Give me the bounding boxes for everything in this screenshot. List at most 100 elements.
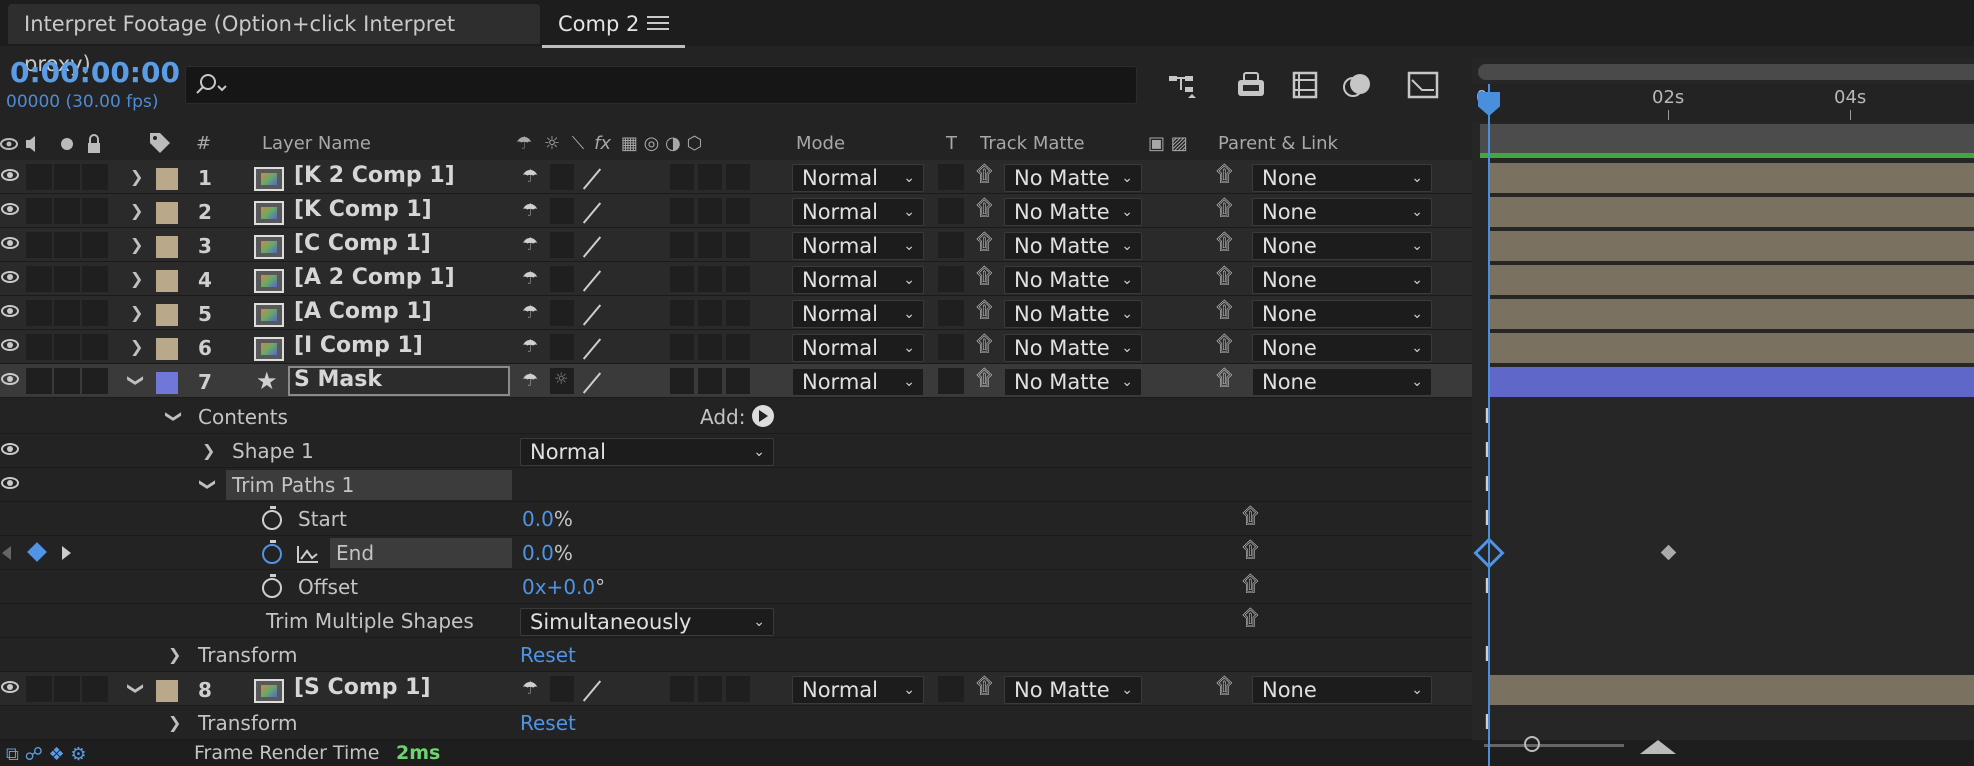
track-matte-dropdown[interactable]: No Matte ⌄ — [1004, 266, 1142, 294]
parent-pick-whip-icon[interactable]: ۩ — [1216, 298, 1233, 323]
reset-link[interactable]: Reset — [520, 643, 576, 667]
eye-icon[interactable] — [1, 373, 19, 385]
preserve-transparency-toggle[interactable] — [938, 676, 964, 702]
tab-interpret-footage[interactable]: Interpret Footage (Option+click Interpre… — [8, 4, 540, 76]
draft-3d-icon[interactable] — [1234, 68, 1268, 102]
layer-name[interactable]: [K Comp 1] — [294, 197, 432, 222]
track-matte-dropdown[interactable]: No Matte ⌄ — [1004, 676, 1142, 704]
zoom-in-icon[interactable] — [1640, 740, 1676, 754]
audio-toggle[interactable] — [26, 232, 52, 258]
motion-blur-switch[interactable] — [670, 266, 694, 292]
eye-icon[interactable] — [1, 169, 19, 181]
layer-row[interactable]: ❯ 4 [A 2 Comp 1] ☂ Normal ⌄ ۩ No Matte ⌄ ۩… — [0, 262, 1472, 296]
shy-switch-icon[interactable]: ☂ — [522, 370, 538, 391]
quality-switch-icon[interactable] — [582, 234, 602, 258]
layer-name[interactable]: [K 2 Comp 1] — [294, 163, 455, 188]
eye-icon[interactable] — [1, 681, 19, 693]
layer-duration-bar[interactable] — [1488, 163, 1974, 193]
parent-dropdown[interactable]: None ⌄ — [1252, 368, 1432, 396]
adjustment-switch[interactable] — [698, 198, 722, 224]
label-color-swatch[interactable] — [156, 304, 178, 326]
track-matte-dropdown[interactable]: No Matte ⌄ — [1004, 368, 1142, 396]
current-time-display[interactable]: 0:00:00:00 — [10, 56, 180, 89]
adjustment-switch[interactable] — [698, 368, 722, 394]
collapse-switch[interactable] — [550, 676, 574, 702]
collapse-switch[interactable] — [550, 334, 574, 360]
matte-pick-whip-icon[interactable]: ۩ — [976, 366, 993, 391]
quality-switch-icon[interactable] — [582, 678, 602, 702]
adjustment-switch[interactable] — [698, 232, 722, 258]
audio-toggle[interactable] — [26, 676, 52, 702]
parent-dropdown[interactable]: None ⌄ — [1252, 198, 1432, 226]
layer-duration-bar[interactable] — [1488, 265, 1974, 295]
blend-mode-dropdown[interactable]: Normal ⌄ — [792, 198, 924, 226]
motion-blur-icon[interactable] — [1340, 68, 1374, 102]
motion-blur-switch[interactable] — [670, 300, 694, 326]
search-input[interactable] — [185, 66, 1137, 104]
start-value[interactable]: 0.0% — [522, 507, 573, 531]
parent-dropdown[interactable]: None ⌄ — [1252, 164, 1432, 192]
stopwatch-active-icon[interactable] — [262, 540, 282, 564]
chevron-right-icon[interactable]: ❯ — [130, 269, 143, 288]
graph-icon[interactable] — [296, 544, 320, 564]
lock-toggle[interactable] — [82, 300, 108, 326]
label-color-swatch[interactable] — [156, 236, 178, 258]
3d-switch[interactable] — [726, 300, 750, 326]
parent-dropdown[interactable]: None ⌄ — [1252, 300, 1432, 328]
adjustment-switch[interactable] — [698, 164, 722, 190]
adjustment-switch[interactable] — [698, 676, 722, 702]
blend-mode-dropdown[interactable]: Normal ⌄ — [520, 438, 774, 466]
column-mode[interactable]: Mode — [796, 133, 845, 154]
solo-toggle[interactable] — [54, 232, 80, 258]
matte-pick-whip-icon[interactable]: ۩ — [976, 162, 993, 187]
layer-row[interactable]: ❯ 8 [S Comp 1] ☂ Normal ⌄ ۩ No Matte ⌄ ۩ N… — [0, 672, 1472, 706]
layer-row[interactable]: ❯ 1 [K 2 Comp 1] ☂ Normal ⌄ ۩ No Matte ⌄ ۩… — [0, 160, 1472, 194]
layer-name[interactable]: [C Comp 1] — [294, 231, 431, 256]
blend-mode-dropdown[interactable]: Normal ⌄ — [792, 300, 924, 328]
chevron-down-icon[interactable]: ❯ — [165, 410, 184, 423]
parent-pick-whip-icon[interactable]: ۩ — [1216, 230, 1233, 255]
column-parent-link[interactable]: Parent & Link — [1218, 133, 1338, 154]
zoom-slider-handle[interactable] — [1524, 736, 1540, 752]
layer-name[interactable]: [I Comp 1] — [294, 333, 423, 358]
matte-pick-whip-icon[interactable]: ۩ — [976, 674, 993, 699]
3d-switch[interactable] — [726, 266, 750, 292]
quality-switch-icon[interactable] — [582, 166, 602, 190]
parent-dropdown[interactable]: None ⌄ — [1252, 266, 1432, 294]
chevron-right-icon[interactable]: ❯ — [130, 167, 143, 186]
solo-toggle[interactable] — [54, 368, 80, 394]
chevron-right-icon[interactable]: ❯ — [168, 713, 181, 732]
parent-dropdown[interactable]: None ⌄ — [1252, 232, 1432, 260]
adjustment-switch[interactable] — [698, 300, 722, 326]
solo-toggle[interactable] — [54, 676, 80, 702]
collapse-switch[interactable] — [550, 198, 574, 224]
audio-toggle[interactable] — [26, 164, 52, 190]
adjustment-switch[interactable] — [698, 266, 722, 292]
time-navigator-bar[interactable] — [1478, 64, 1974, 80]
adjustment-switch[interactable] — [698, 334, 722, 360]
matte-pick-whip-icon[interactable]: ۩ — [976, 230, 993, 255]
collapse-switch[interactable] — [550, 300, 574, 326]
audio-toggle[interactable] — [26, 368, 52, 394]
layer-row[interactable]: ❯ 2 [K Comp 1] ☂ Normal ⌄ ۩ No Matte ⌄ ۩ N… — [0, 194, 1472, 228]
3d-switch[interactable] — [726, 368, 750, 394]
track-matte-dropdown[interactable]: No Matte ⌄ — [1004, 164, 1142, 192]
lock-toggle[interactable] — [82, 334, 108, 360]
layer-duration-bar[interactable] — [1488, 197, 1974, 227]
quality-switch-icon[interactable] — [582, 370, 602, 394]
trim-multiple-dropdown[interactable]: Simultaneously ⌄ — [520, 608, 774, 636]
chevron-right-icon[interactable]: ❯ — [202, 441, 215, 460]
parent-pick-whip-icon[interactable]: ۩ — [1216, 674, 1233, 699]
audio-toggle[interactable] — [26, 266, 52, 292]
3d-switch[interactable] — [726, 676, 750, 702]
shape1-label[interactable]: Shape 1 — [232, 439, 314, 463]
shy-switch-icon[interactable]: ☂ — [522, 268, 538, 289]
motion-blur-switch[interactable] — [670, 368, 694, 394]
preserve-transparency-toggle[interactable] — [938, 198, 964, 224]
transform-label[interactable]: Transform — [198, 643, 297, 667]
chevron-down-icon[interactable]: ❯ — [127, 374, 146, 387]
quality-switch-icon[interactable] — [582, 200, 602, 224]
solo-toggle[interactable] — [54, 300, 80, 326]
lock-toggle[interactable] — [82, 676, 108, 702]
eye-icon[interactable] — [1, 443, 19, 455]
